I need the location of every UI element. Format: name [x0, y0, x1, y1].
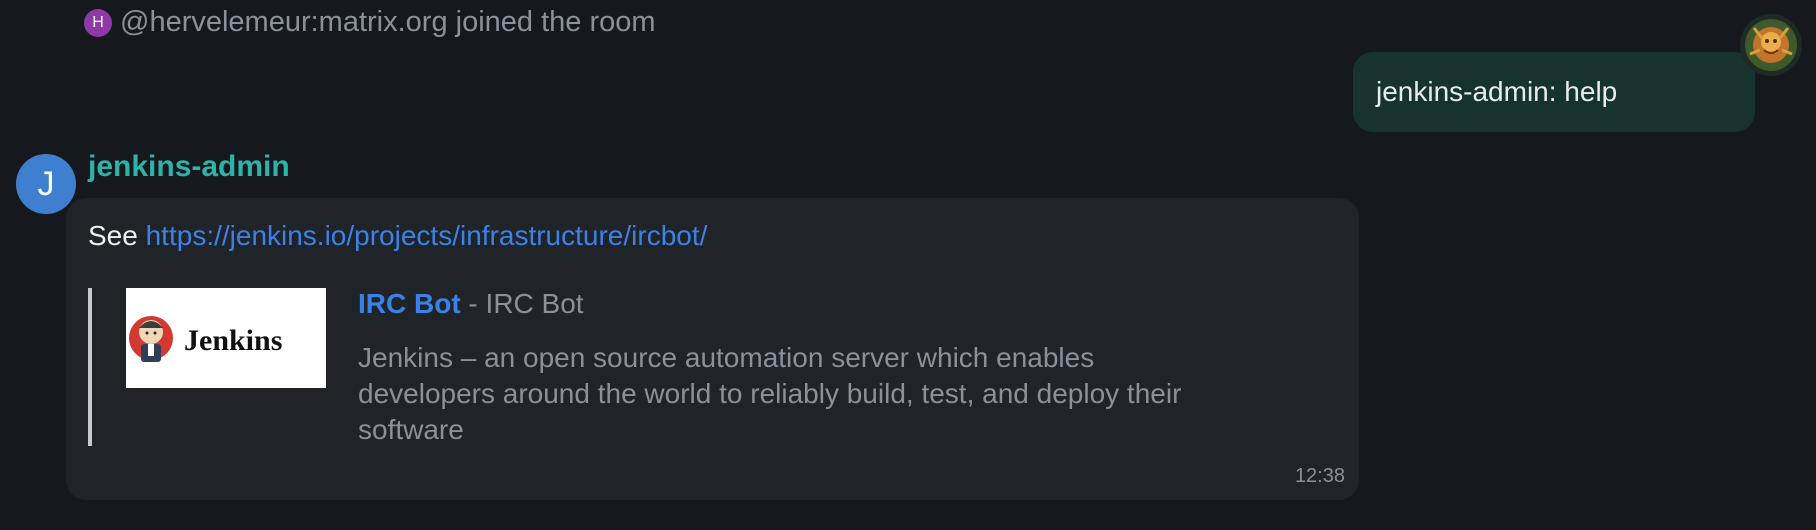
- preview-title-suffix: - IRC Bot: [460, 288, 584, 319]
- message-link[interactable]: https://jenkins.io/projects/infrastructu…: [146, 220, 708, 251]
- incoming-message-bubble: See https://jenkins.io/projects/infrastr…: [66, 198, 1359, 500]
- membership-event: H @hervelemeur:matrix.org joined the roo…: [84, 6, 656, 39]
- link-preview[interactable]: Jenkins IRC Bot - IRC Bot Jenkins – an o…: [88, 288, 1242, 446]
- own-avatar-image: [1740, 14, 1802, 76]
- jenkins-logo-image: Jenkins: [129, 316, 282, 362]
- own-message-bubble[interactable]: jenkins-admin: help: [1353, 52, 1755, 132]
- preview-title[interactable]: IRC Bot - IRC Bot: [358, 288, 584, 320]
- message-prefix: See: [88, 220, 146, 251]
- user-avatar[interactable]: H: [84, 8, 112, 37]
- preview-image[interactable]: Jenkins: [126, 288, 326, 388]
- preview-site[interactable]: IRC Bot: [358, 288, 461, 319]
- sender-avatar[interactable]: J: [16, 154, 76, 214]
- own-message-text: jenkins-admin: help: [1376, 76, 1618, 107]
- preview-description: Jenkins – an open source automation serv…: [358, 342, 1182, 445]
- message-timestamp: 12:38: [1294, 465, 1345, 487]
- logo-wordmark: Jenkins: [184, 324, 282, 357]
- event-text: @hervelemeur:matrix.org joined the room: [120, 6, 656, 38]
- sender-name[interactable]: jenkins-admin: [88, 150, 290, 184]
- message-body: See https://jenkins.io/projects/infrastr…: [88, 220, 707, 252]
- own-avatar[interactable]: [1740, 14, 1802, 76]
